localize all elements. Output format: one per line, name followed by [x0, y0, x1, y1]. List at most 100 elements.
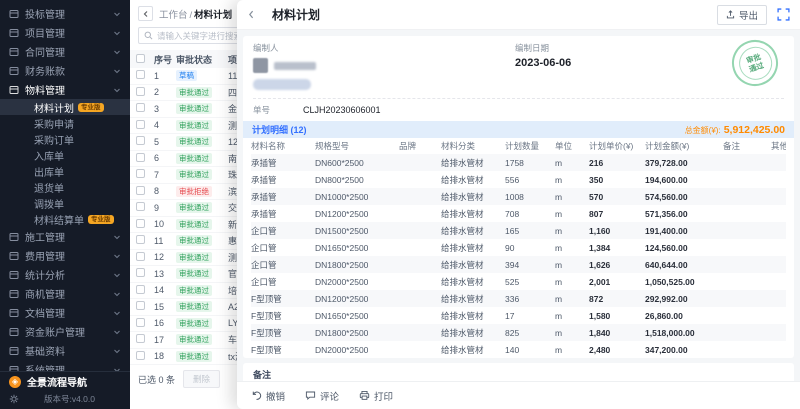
sidebar-item-bid[interactable]: 投标管理 [0, 4, 130, 23]
contract-icon [9, 47, 19, 57]
sidebar-item-purchase-request[interactable]: 采购申请 [0, 115, 130, 131]
sidebar-item-statistics[interactable]: 统计分析 [0, 265, 130, 284]
sidebar-item-return[interactable]: 退货单 [0, 179, 130, 195]
drawer-header: 材料计划 导出 [237, 0, 800, 30]
action-label: 打印 [374, 389, 393, 403]
project-icon [9, 28, 19, 38]
sidebar-item-label: 材料计划 [34, 100, 74, 115]
table-row: 企口管DN1650*2500给排水管材90m1,384124,560.00 [251, 239, 786, 256]
row-number: 17 [154, 335, 176, 345]
row-checkbox[interactable] [136, 268, 145, 277]
status-badge: 审批通过 [176, 268, 212, 279]
export-icon [726, 10, 735, 19]
document-icon [9, 308, 19, 318]
fullscreen-icon[interactable] [777, 8, 790, 21]
creator-dept-redacted [253, 79, 311, 90]
back-button[interactable] [138, 6, 153, 21]
sidebar-item-contract[interactable]: 合同管理 [0, 42, 130, 61]
sidebar-item-label: 采购申请 [34, 116, 74, 131]
row-checkbox[interactable] [136, 153, 145, 162]
status-badge: 审批通过 [176, 334, 212, 345]
row-checkbox[interactable] [136, 186, 145, 195]
row-checkbox[interactable] [136, 235, 145, 244]
row-checkbox[interactable] [136, 202, 145, 211]
row-checkbox[interactable] [136, 318, 145, 327]
row-checkbox[interactable] [136, 219, 145, 228]
select-all-checkbox[interactable] [136, 54, 145, 63]
process-navigation[interactable]: ◈ 全景流程导航 [0, 371, 130, 391]
sidebar-item-expense[interactable]: 费用管理 [0, 246, 130, 265]
action-label: 评论 [320, 389, 339, 403]
row-checkbox[interactable] [136, 70, 145, 79]
sidebar-item-funds[interactable]: 资金账户管理 [0, 322, 130, 341]
table-row: 承插管DN800*2500给排水管材556m350194,600.00 [251, 171, 786, 188]
stamp-text: 审批通过 [744, 52, 767, 75]
sidebar-item-transfer[interactable]: 调拨单 [0, 195, 130, 211]
sidebar-item-label: 文档管理 [25, 305, 107, 320]
process-navigation-label: 全景流程导航 [27, 374, 87, 389]
sidebar-item-system[interactable]: 系统管理 [0, 360, 130, 371]
delete-button[interactable]: 删除 [183, 370, 220, 388]
status-badge: 审批通过 [176, 136, 212, 147]
gear-icon[interactable] [9, 394, 19, 404]
row-number: 9 [154, 203, 176, 213]
sidebar-item-document[interactable]: 文档管理 [0, 303, 130, 322]
row-number: 18 [154, 351, 176, 361]
status-badge: 审批通过 [176, 153, 212, 164]
chevron-down-icon [113, 29, 121, 37]
construction-icon [9, 232, 19, 242]
sidebar-item-inbound[interactable]: 入库单 [0, 147, 130, 163]
column-header-status: 审批状态 [176, 53, 228, 66]
sidebar-item-material[interactable]: 物料管理 [0, 80, 130, 99]
status-badge: 审批通过 [176, 301, 212, 312]
column-header: 材料分类 [441, 140, 505, 152]
row-checkbox[interactable] [136, 103, 145, 112]
column-header-no: 序号 [154, 53, 176, 66]
status-badge: 审批通过 [176, 103, 212, 114]
row-checkbox[interactable] [136, 334, 145, 343]
row-checkbox[interactable] [136, 87, 145, 96]
sidebar-item-label: 调拨单 [34, 196, 64, 211]
drawer-body: 编制人 编制日期 2023-06-06 审批通过 单号 CLJH20230606… [237, 30, 800, 381]
breadcrumb-root[interactable]: 工作台 [159, 10, 188, 21]
sidebar-item-basic-data[interactable]: 基础资料 [0, 341, 130, 360]
row-checkbox[interactable] [136, 301, 145, 310]
order-no-value: CLJH20230606001 [303, 105, 381, 115]
chevron-left-icon[interactable] [247, 10, 256, 19]
sidebar: 投标管理 项目管理 合同管理 财务账款 物料管理 材料计划 专业版 采购申请 采… [0, 0, 130, 409]
row-checkbox[interactable] [136, 285, 145, 294]
sidebar-item-project[interactable]: 项目管理 [0, 23, 130, 42]
table-row: F型顶管DN2000*2500给排水管材140m2,480347,200.00 [251, 341, 786, 358]
sidebar-item-construction[interactable]: 施工管理 [0, 227, 130, 246]
chevron-down-icon [113, 233, 121, 241]
undo-button[interactable]: 撤销 [251, 389, 285, 403]
sidebar-item-material-plan[interactable]: 材料计划 专业版 [0, 99, 130, 115]
row-checkbox[interactable] [136, 120, 145, 129]
sidebar-item-label: 资金账户管理 [25, 324, 107, 339]
comment-button[interactable]: 评论 [305, 389, 339, 403]
sidebar-item-purchase-order[interactable]: 采购订单 [0, 131, 130, 147]
sidebar-item-finance[interactable]: 财务账款 [0, 61, 130, 80]
remark-label: 备注 [253, 368, 784, 381]
sidebar-item-business[interactable]: 商机管理 [0, 284, 130, 303]
table-row: F型顶管DN1800*2500给排水管材825m1,8401,518,000.0… [251, 324, 786, 341]
row-checkbox[interactable] [136, 351, 145, 360]
version-label: 版本号:v4.0.0 [44, 393, 95, 405]
sidebar-item-outbound[interactable]: 出库单 [0, 163, 130, 179]
sidebar-item-label: 物料管理 [25, 82, 107, 97]
date-block: 编制日期 2023-06-06 [515, 42, 571, 69]
print-button[interactable]: 打印 [359, 389, 393, 403]
sidebar-item-material-settlement[interactable]: 材料结算单 专业版 [0, 211, 130, 227]
sidebar-item-label: 投标管理 [25, 6, 107, 21]
row-number: 5 [154, 137, 176, 147]
row-checkbox[interactable] [136, 136, 145, 145]
export-button[interactable]: 导出 [717, 5, 767, 25]
business-icon [9, 289, 19, 299]
drawer-title: 材料计划 [272, 6, 320, 23]
sidebar-item-label: 商机管理 [25, 286, 107, 301]
section-title: 计划明细 (12) [252, 123, 307, 136]
sidebar-item-label: 合同管理 [25, 44, 107, 59]
table-row: 企口管DN1800*2500给排水管材394m1,626640,644.00 [251, 256, 786, 273]
row-checkbox[interactable] [136, 252, 145, 261]
row-checkbox[interactable] [136, 169, 145, 178]
